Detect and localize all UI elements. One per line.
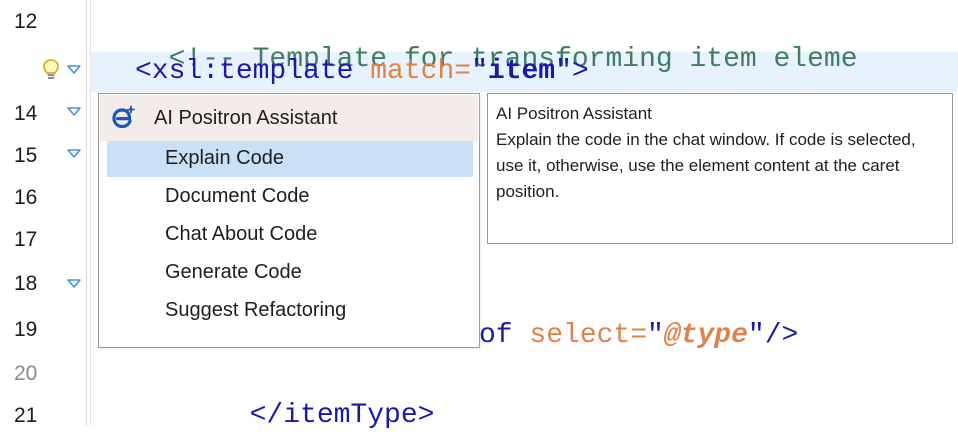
tooltip-body: Explain the code in the chat window. If …	[496, 130, 916, 201]
select-value: @type	[663, 320, 748, 351]
line-number: 20	[14, 362, 38, 385]
menu-item-explain-code[interactable]: Explain Code	[107, 141, 473, 177]
menu-item-generate-code[interactable]: Generate Code	[107, 255, 473, 291]
line-number: 19	[14, 318, 38, 341]
line-number: 21	[14, 404, 38, 427]
menu-item-label: Chat About Code	[165, 223, 318, 245]
ai-positron-logo-icon	[110, 105, 136, 131]
code-line-20[interactable]: </itemType>	[216, 362, 435, 434]
match-attribute: match=	[370, 56, 472, 87]
quote: "	[471, 56, 488, 87]
fold-triangle-icon[interactable]	[66, 104, 82, 120]
menu-item-document-code[interactable]: Document Code	[107, 179, 473, 215]
code-line-13[interactable]: <xsl:template match="item">	[135, 54, 589, 90]
lightbulb-icon[interactable]	[42, 58, 60, 82]
quote: "	[647, 320, 664, 351]
quote: "	[747, 320, 765, 351]
menu-item-label: Suggest Refactoring	[165, 299, 347, 321]
code-line-19[interactable]: of select="@type"/>	[479, 318, 798, 354]
menu-item-label: Explain Code	[165, 147, 284, 169]
menu-item-label: Generate Code	[165, 261, 302, 283]
quote: "	[555, 56, 572, 87]
fold-triangle-icon[interactable]	[66, 62, 82, 78]
menu-header: AI Positron Assistant	[100, 95, 478, 141]
menu-item-tooltip: AI Positron Assistant Explain the code i…	[487, 93, 953, 244]
itemtype-close-tag: </itemType>	[249, 400, 435, 431]
value-of-fragment: of	[479, 320, 530, 351]
line-number: 14	[14, 102, 38, 125]
line-number: 18	[14, 272, 38, 295]
fold-triangle-icon[interactable]	[66, 146, 82, 162]
menu-item-suggest-refactoring[interactable]: Suggest Refactoring	[107, 293, 473, 329]
match-value: item	[487, 56, 556, 87]
menu-title: AI Positron Assistant	[154, 107, 338, 129]
xsl-template-open-tag: <xsl:template	[135, 56, 371, 87]
select-attribute: select=	[529, 320, 648, 351]
line-number: 15	[14, 144, 38, 167]
tag-close: >	[571, 56, 589, 87]
gutter-separator	[86, 0, 87, 426]
menu-item-label: Document Code	[165, 185, 310, 207]
menu-item-chat-about-code[interactable]: Chat About Code	[107, 217, 473, 253]
line-number: 16	[14, 186, 38, 209]
line-number: 12	[14, 10, 38, 33]
tooltip-title: AI Positron Assistant	[496, 104, 652, 123]
fold-triangle-icon[interactable]	[66, 276, 82, 292]
self-close: />	[764, 320, 799, 351]
line-number: 17	[14, 228, 38, 251]
ai-positron-context-menu: AI Positron Assistant Explain Code Docum…	[98, 93, 480, 348]
